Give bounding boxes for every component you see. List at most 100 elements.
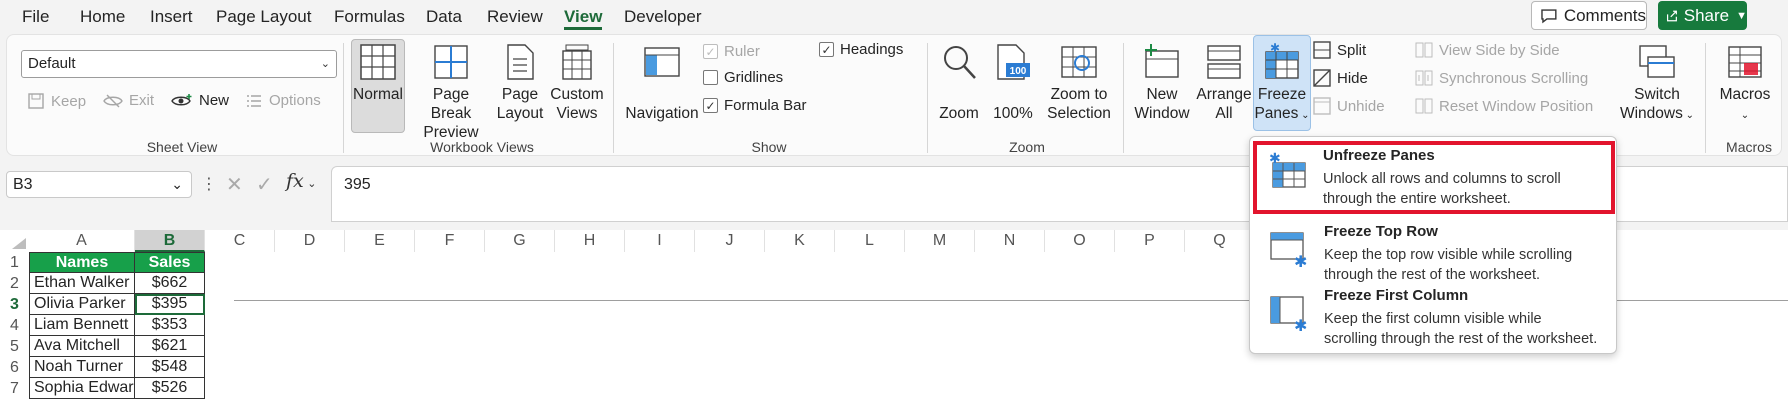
column-header-o[interactable]: O xyxy=(1045,230,1115,252)
tab-page-layout[interactable]: Page Layout xyxy=(216,6,311,30)
tab-home[interactable]: Home xyxy=(80,6,125,30)
chevron-down-icon: ▼ xyxy=(1736,9,1747,22)
row-header-6[interactable]: 6 xyxy=(0,357,29,378)
column-header-h[interactable]: H xyxy=(555,230,625,252)
table-cell[interactable]: Ava Mitchell xyxy=(29,336,135,357)
normal-view-button[interactable]: Normal xyxy=(351,39,405,133)
table-cell[interactable]: $662 xyxy=(135,273,205,294)
zoom-to-selection-button[interactable]: Zoom to Selection xyxy=(1041,43,1117,123)
svg-text:✱: ✱ xyxy=(1294,316,1307,333)
headings-checkbox[interactable]: ✓ Headings xyxy=(819,41,903,58)
ruler-checkbox[interactable]: ✓ Ruler xyxy=(703,43,760,60)
split-button[interactable]: Split xyxy=(1313,41,1366,59)
table-cell[interactable]: Olivia Parker xyxy=(29,294,135,315)
tab-data[interactable]: Data xyxy=(426,6,462,30)
custom-views-button[interactable]: Custom Views xyxy=(549,43,605,123)
unhide-button[interactable]: Unhide xyxy=(1313,97,1385,115)
reset-window-position-button[interactable]: Reset Window Position xyxy=(1415,97,1593,115)
row-header-1[interactable]: 1 xyxy=(0,252,29,273)
tab-insert[interactable]: Insert xyxy=(150,6,193,30)
freeze-top-row-item[interactable]: ✱ Freeze Top Row Keep the top row visibl… xyxy=(1251,217,1617,287)
column-header-k[interactable]: K xyxy=(765,230,835,252)
selected-cell[interactable]: $395 xyxy=(135,294,205,315)
row-header-4[interactable]: 4 xyxy=(0,315,29,336)
navigation-button[interactable]: Navigation xyxy=(619,43,705,123)
keep-button[interactable]: Keep xyxy=(27,92,86,110)
gridlines-checkbox[interactable]: Gridlines xyxy=(703,69,783,86)
column-header-f[interactable]: F xyxy=(415,230,485,252)
macros-button[interactable]: Macros ⌄ xyxy=(1713,43,1777,125)
table-cell[interactable]: $526 xyxy=(135,378,205,399)
table-cell[interactable]: $548 xyxy=(135,357,205,378)
tab-review[interactable]: Review xyxy=(487,6,543,30)
page-break-preview-button[interactable]: Page Break Preview xyxy=(411,43,491,142)
freeze-panes-label-1: Freeze xyxy=(1257,86,1307,103)
synchronous-scrolling-button[interactable]: Synchronous Scrolling xyxy=(1415,69,1588,87)
row-header-3[interactable]: 3 xyxy=(0,294,29,315)
table-cell[interactable]: $353 xyxy=(135,315,205,336)
column-header-i[interactable]: I xyxy=(625,230,695,252)
select-all-corner[interactable] xyxy=(0,230,29,252)
gridlines-label: Gridlines xyxy=(724,69,784,86)
options-button[interactable]: Options xyxy=(245,92,321,109)
switch-windows-button[interactable]: Switch Windows ⌄ xyxy=(1617,43,1697,125)
column-header-m[interactable]: M xyxy=(905,230,975,252)
checkmark-icon: ✓ xyxy=(819,42,834,57)
column-header-a[interactable]: A xyxy=(29,230,135,252)
table-header-cell[interactable]: Names xyxy=(29,252,135,273)
list-icon xyxy=(247,94,261,107)
tab-file[interactable]: File xyxy=(22,6,49,30)
confirm-formula-icon[interactable]: ✓ xyxy=(256,172,273,197)
column-header-n[interactable]: N xyxy=(975,230,1045,252)
select-all-icon xyxy=(12,238,26,249)
zoom-100-button[interactable]: 100 100% xyxy=(991,43,1035,123)
sync-scroll-label: Synchronous Scrolling xyxy=(1439,69,1589,87)
page-layout-view-button[interactable]: Page Layout xyxy=(495,43,545,123)
row-header-5[interactable]: 5 xyxy=(0,336,29,357)
table-cell[interactable]: $621 xyxy=(135,336,205,357)
column-header-j[interactable]: J xyxy=(695,230,765,252)
freeze-top-row-title: Freeze Top Row xyxy=(1324,223,1438,240)
table-cell[interactable]: Ethan Walker xyxy=(29,273,135,294)
more-options-icon[interactable]: ⋮ xyxy=(201,174,217,194)
chevron-down-icon: ⌄ xyxy=(1298,110,1310,121)
share-button[interactable]: Share ▼ xyxy=(1658,1,1747,30)
tab-formulas[interactable]: Formulas xyxy=(334,6,405,30)
name-box[interactable]: B3 ⌄ xyxy=(6,171,192,198)
new-sheet-view-button[interactable]: New xyxy=(171,92,229,109)
column-header-q[interactable]: Q xyxy=(1185,230,1255,252)
freeze-panes-button[interactable]: ✱ Freeze Panes ⌄ xyxy=(1253,35,1311,131)
insert-function-button[interactable]: fx ⌄ xyxy=(286,170,316,192)
column-header-b[interactable]: B xyxy=(135,230,205,252)
formula-value: 395 xyxy=(344,176,371,193)
cancel-formula-icon[interactable]: ✕ xyxy=(226,172,243,197)
column-header-l[interactable]: L xyxy=(835,230,905,252)
comments-button[interactable]: Comments xyxy=(1531,1,1647,30)
column-header-c[interactable]: C xyxy=(205,230,275,252)
view-side-by-side-button[interactable]: View Side by Side xyxy=(1415,41,1560,59)
tab-developer[interactable]: Developer xyxy=(624,6,702,30)
arrange-all-button[interactable]: Arrange All xyxy=(1193,43,1255,123)
exit-label: Exit xyxy=(129,92,155,109)
zoom-button[interactable]: Zoom xyxy=(935,43,983,123)
checkmark-icon: ✓ xyxy=(703,44,718,59)
table-cell[interactable]: Liam Bennett xyxy=(29,315,135,336)
tab-view[interactable]: View xyxy=(564,6,603,30)
row-header-7[interactable]: 7 xyxy=(0,378,29,399)
column-header-e[interactable]: E xyxy=(345,230,415,252)
formula-bar-checkbox[interactable]: ✓ Formula Bar xyxy=(703,97,807,114)
hide-button[interactable]: Hide xyxy=(1313,69,1368,87)
exit-button[interactable]: Exit xyxy=(103,92,154,109)
column-header-p[interactable]: P xyxy=(1115,230,1185,252)
table-cell[interactable]: Noah Turner xyxy=(29,357,135,378)
sheet-view-select[interactable]: Default ⌄ xyxy=(21,50,337,78)
column-header-d[interactable]: D xyxy=(275,230,345,252)
table-header-cell[interactable]: Sales xyxy=(135,252,205,273)
column-header-g[interactable]: G xyxy=(485,230,555,252)
table-cell[interactable]: Sophia Edwards xyxy=(29,378,135,399)
row-header-2[interactable]: 2 xyxy=(0,273,29,294)
unfreeze-panes-item[interactable]: ✱ Unfreeze Panes Unlock all rows and col… xyxy=(1253,141,1615,214)
new-window-button[interactable]: New Window xyxy=(1129,43,1195,123)
formula-bar-label: Formula Bar xyxy=(724,97,807,114)
freeze-first-column-item[interactable]: ✱ Freeze First Column Keep the first col… xyxy=(1251,281,1617,351)
